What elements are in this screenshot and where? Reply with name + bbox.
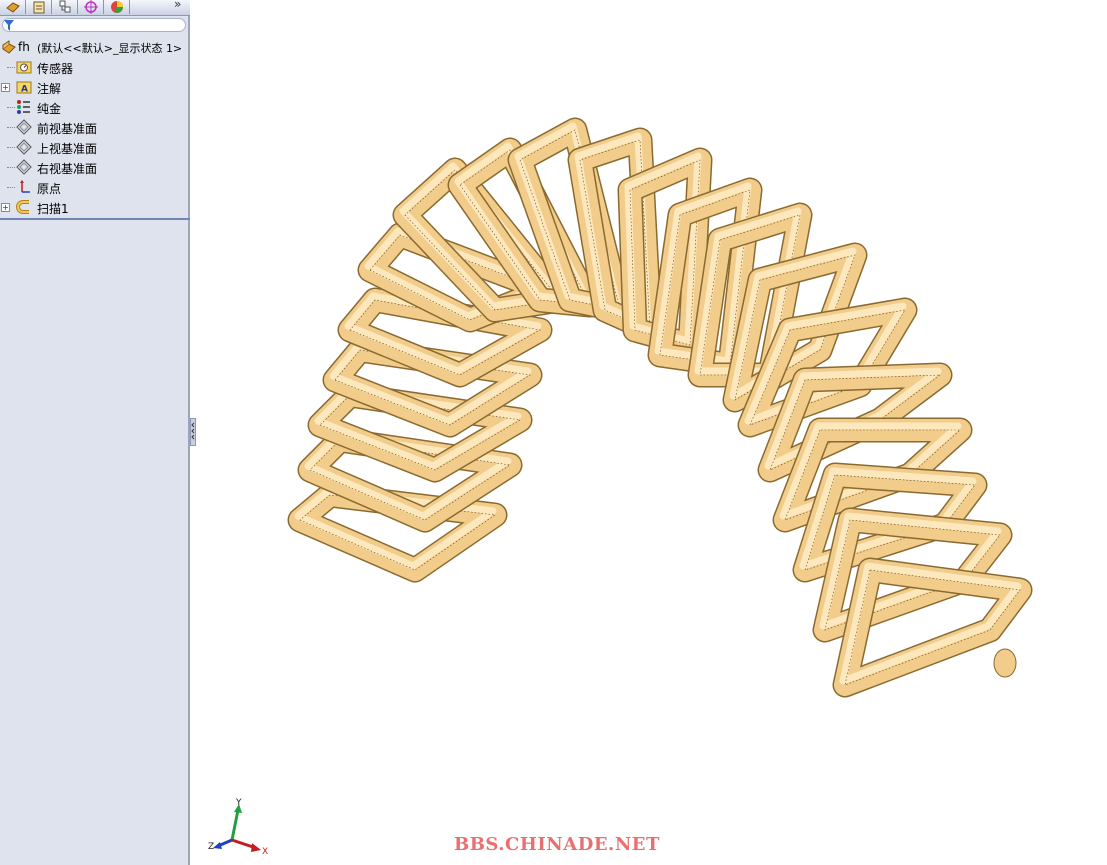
filter-row [0,17,188,34]
panel-tab-bar: » [0,0,190,16]
spring-3d-model[interactable] [287,117,1033,698]
spring-end-cap [993,648,1017,678]
expand-icon[interactable]: + [1,203,10,212]
tab-property-manager[interactable] [26,0,52,14]
display-manager-icon [110,1,123,13]
tab-feature-manager[interactable] [0,0,26,14]
part-name: fh [18,40,30,54]
tree-item-label: 原点 [37,182,62,196]
tree-item-label: 右视基准面 [37,162,98,176]
tree-item-sweep1[interactable]: + 扫描1 [0,197,190,217]
tree-root-part[interactable]: fh (默认<<默认>_显示状态 1> [0,37,190,57]
sweep-feature-icon [16,200,29,214]
tree-item-label: 前视基准面 [37,122,98,136]
y-axis-label: Y [235,798,242,808]
y-axis [230,809,240,841]
tree-item-annotations[interactable]: + A 注解 [0,77,190,97]
filter-icon[interactable] [4,20,14,31]
tree-item-material[interactable]: 纯金 [0,97,190,117]
plane-icon [16,139,32,155]
annotation-folder-icon: A [16,81,32,95]
tree-item-label: 纯金 [37,102,62,116]
origin-icon [20,180,30,193]
tree-item-origin[interactable]: 原点 [0,177,190,197]
plane-icon [16,159,32,175]
tree-item-label: 上视基准面 [37,142,98,156]
feature-manager-panel: » fh (默认<<默认>_显示状态 1> 传感器 + A 注解 纯金 前视基准… [0,0,190,865]
tree-separator [0,218,190,220]
expand-tabs-icon[interactable]: » [174,0,181,11]
z-axis-label: Z [208,842,214,852]
watermark: BBS.CHINADE.NET [454,834,660,855]
filter-input[interactable] [2,18,186,32]
view-orientation-triad: Y Z X [208,798,268,857]
tree-item-label: 传感器 [37,62,74,76]
tree-item-label: 注解 [37,82,62,96]
expand-icon[interactable]: + [1,83,10,92]
tree-item-right-plane[interactable]: 右视基准面 [0,157,190,177]
property-manager-icon [33,1,44,14]
tree-item-front-plane[interactable]: 前视基准面 [0,117,190,137]
tab-configuration-manager[interactable] [52,0,78,14]
tree-item-label: 扫描1 [37,202,69,216]
tree-item-sensors[interactable]: 传感器 [0,57,190,77]
dimxpert-icon [83,0,98,14]
tab-dimxpert-manager[interactable] [78,0,104,14]
x-axis-label: X [262,847,268,857]
part-icon [2,40,16,54]
feature-manager-icon [5,2,20,13]
tree-item-top-plane[interactable]: 上视基准面 [0,137,190,157]
tab-display-manager[interactable] [104,0,130,14]
plane-icon [16,119,32,135]
svg-text:A: A [21,85,28,95]
material-icon [17,100,30,114]
graphics-viewport[interactable] [192,0,1107,865]
part-configuration: (默认<<默认>_显示状态 1> [37,42,183,55]
configuration-manager-icon [59,0,70,13]
sensor-folder-icon [16,61,32,74]
